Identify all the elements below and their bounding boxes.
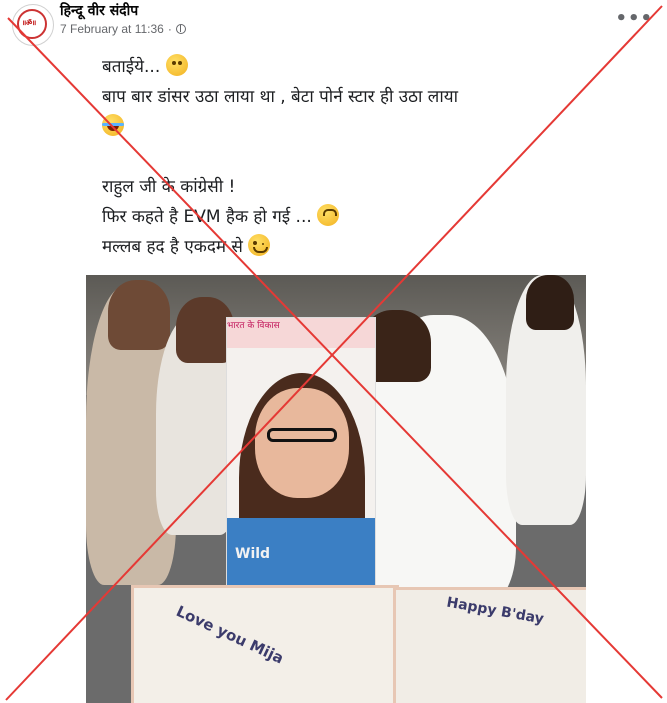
more-options-button[interactable]: ••• (615, 8, 653, 29)
rolling-eyes-emoji-icon (165, 54, 188, 76)
caption-text: फिर कहते है EVM हैक हो गई ... (102, 207, 312, 227)
caption-text: राहुल जी के कांग्रेसी ! (102, 177, 236, 197)
poster-banner: भारत के विकास (227, 318, 375, 348)
caption-line: बताईये... (102, 52, 562, 82)
post-photo[interactable]: भारत के विकास Wild Love you Mija Happy B… (86, 275, 586, 703)
winking-face-emoji-icon (248, 234, 271, 256)
caption-line: राहुल जी के कांग्रेसी ! (102, 172, 562, 202)
post-meta: 7 February at 11:36 · (60, 22, 186, 36)
avatar-logo-mark: ॥ॐ॥ (22, 19, 36, 27)
person-left-head (108, 280, 170, 350)
poster-glasses (267, 428, 337, 442)
poster-banner-text: भारत के विकास (227, 321, 280, 331)
author-name[interactable]: हिन्दू वीर संदीप (60, 1, 138, 20)
author-avatar[interactable]: ॥ॐ॥ (12, 4, 54, 46)
meta-separator: · (167, 22, 172, 36)
crying-laughing-emoji-icon (102, 114, 124, 136)
caption-line: बाप बार डांसर उठा लाया था , बेटा पोर्न स… (102, 82, 562, 112)
upside-down-face-emoji-icon (317, 204, 340, 226)
post-timestamp[interactable]: 7 February at 11:36 (60, 22, 164, 36)
caption-line (102, 112, 562, 142)
caption-text: बाप बार डांसर उठा लाया था , बेटा पोर्न स… (102, 87, 459, 107)
caption-line: मल्लब हद है एकदम से (102, 232, 562, 262)
caption-line: फिर कहते है EVM हैक हो गई ... (102, 202, 562, 232)
caption-text: बताईये... (102, 57, 161, 77)
caption-text: मल्लब हद है एकदम से (102, 237, 243, 257)
poster-shirt-text: Wild (235, 546, 271, 562)
post-caption: बताईये... बाप बार डांसर उठा लाया था , बे… (102, 52, 562, 262)
poster-face (255, 388, 349, 498)
globe-icon (175, 24, 186, 34)
post-header: ॥ॐ॥ हिन्दू वीर संदीप 7 February at 11:36… (0, 0, 667, 46)
poster: भारत के विकास Wild (226, 317, 376, 599)
person-far-right-head (526, 275, 574, 330)
